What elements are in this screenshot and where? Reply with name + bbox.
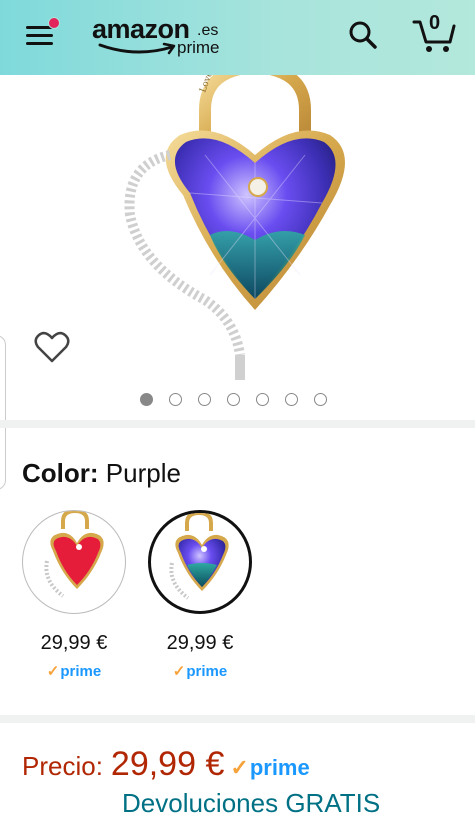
price-value: 29,99 € — [110, 745, 225, 783]
color-label-key: Color: — [22, 458, 99, 488]
color-swatch-red[interactable] — [22, 510, 126, 614]
prime-check-icon: ✓ — [230, 755, 249, 780]
search-icon — [349, 21, 377, 49]
smile-arrow-icon — [98, 42, 176, 55]
swatch-price: 29,99 € — [40, 632, 108, 654]
amazon-logo[interactable]: amazon .es prime — [92, 14, 222, 60]
heart-pendant-purple-icon — [169, 513, 229, 600]
free-returns-link[interactable]: Devoluciones GRATIS — [122, 788, 380, 819]
menu-icon-bar — [26, 42, 53, 45]
logo-prime: prime — [177, 38, 220, 57]
cart-count: 0 — [429, 12, 441, 34]
swatch-prime-badge: ✓prime — [14, 662, 134, 680]
heart-pendant-red-icon — [44, 511, 104, 598]
price-label: Precio: — [22, 751, 103, 781]
price-prime-badge: ✓prime — [230, 755, 309, 780]
carousel-dot[interactable] — [227, 393, 240, 406]
carousel-dot[interactable] — [169, 393, 182, 406]
carousel-dot[interactable] — [140, 393, 153, 406]
carousel-dot[interactable] — [285, 393, 298, 406]
price-row: Precio: 29,99 € ✓prime — [22, 745, 310, 784]
carousel-dot[interactable] — [198, 393, 211, 406]
gallery-side-handle[interactable] — [0, 335, 6, 490]
product-image-gallery[interactable]: Love Is A Padlock — [0, 75, 475, 420]
swatch-price: 29,99 € — [166, 632, 234, 654]
swatch-prime-badge: ✓prime — [140, 662, 260, 680]
prime-label: prime — [60, 663, 102, 680]
heart-outline-icon — [34, 331, 70, 363]
prime-label: prime — [249, 755, 310, 780]
product-image: Love Is A Padlock — [124, 75, 345, 380]
color-selected-value: Purple — [105, 458, 181, 488]
prime-check-icon: ✓ — [172, 663, 186, 680]
carousel-dot[interactable] — [314, 393, 327, 406]
prime-label: prime — [186, 663, 228, 680]
cart-button[interactable]: 0 — [412, 12, 456, 54]
color-variation-label: Color: Purple — [22, 458, 181, 489]
image-carousel-dots — [140, 393, 327, 407]
section-divider — [0, 715, 475, 723]
prime-check-icon: ✓ — [46, 663, 60, 680]
app-header: amazon .es prime 0 — [0, 0, 475, 75]
menu-icon-bar — [26, 34, 53, 37]
logo-text: amazon — [92, 14, 190, 44]
carousel-dot[interactable] — [256, 393, 269, 406]
notification-dot — [48, 17, 60, 29]
search-button[interactable] — [348, 20, 378, 50]
menu-button[interactable] — [26, 17, 60, 50]
color-swatch-purple[interactable] — [148, 510, 252, 614]
wishlist-button[interactable] — [34, 330, 70, 366]
section-divider — [0, 420, 475, 428]
